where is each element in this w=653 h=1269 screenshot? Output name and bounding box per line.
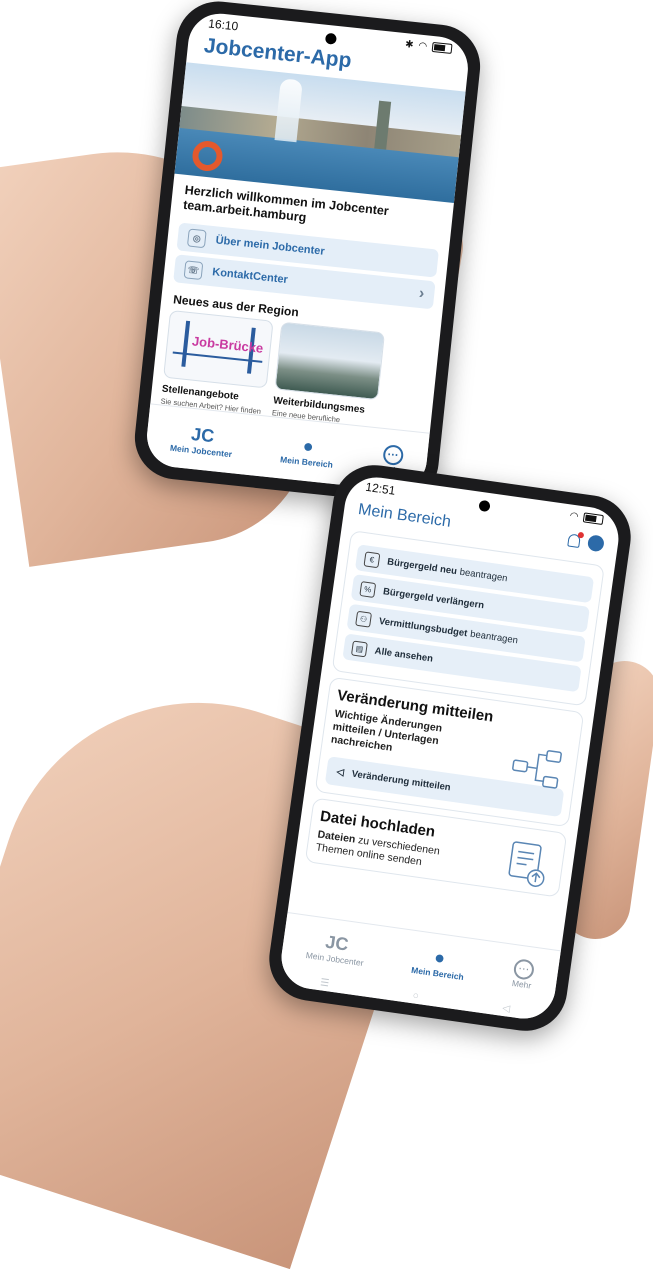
fair-photo (274, 321, 386, 401)
link-kontakt-label: KontaktCenter (211, 266, 289, 287)
phone-icon: ☏ (183, 260, 204, 281)
upload-illustration (508, 841, 545, 887)
status-icons: ✱ ◠ (405, 39, 453, 55)
status-time: 12:51 (364, 479, 397, 498)
more-icon: ⋯ (381, 444, 404, 467)
change-illustration (512, 750, 562, 789)
battery-icon (431, 41, 453, 54)
lifebuoy-icon (190, 139, 224, 173)
action-rest: beantragen (469, 628, 519, 646)
jc-logo-icon: JC (324, 931, 350, 955)
people-icon: ⚇ (355, 610, 373, 628)
person-icon: ● (432, 946, 447, 969)
home-icon[interactable]: ○ (412, 990, 420, 1002)
tab-mein-bereich[interactable]: ● Mein Bereich (411, 943, 468, 982)
tab-mein-bereich[interactable]: ● Mein Bereich (279, 432, 336, 470)
bridge-tower-left (181, 320, 191, 367)
link-about-label: Über mein Jobcenter (215, 234, 326, 258)
status-icons: ◠ (569, 510, 604, 526)
file-icon: ▤ (351, 639, 368, 657)
battery-icon (582, 512, 604, 526)
wifi-icon: ◠ (569, 509, 580, 523)
megaphone-icon: ◁ (335, 766, 345, 778)
euro-icon: € (363, 550, 381, 568)
actions-box: € Bürgergeld neu beantragen % Bürgergeld… (331, 530, 605, 707)
action-bold: Bürgergeld neu (386, 556, 458, 577)
document-icon: % (359, 580, 377, 598)
wifi-icon: ◠ (417, 39, 428, 52)
bluetooth-icon: ✱ (404, 38, 415, 51)
change-button-label: Veränderung mitteilen (351, 768, 452, 793)
menu-icon[interactable]: ☰ (320, 977, 330, 989)
person-icon: ● (301, 435, 315, 457)
action-bold: Bürgergeld verlängern (382, 585, 485, 611)
action-rest: beantragen (459, 566, 509, 584)
more-icon: ⋯ (512, 958, 536, 981)
tab-label: Mein Jobcenter (169, 442, 233, 460)
header-icons (567, 531, 605, 553)
status-time: 16:10 (207, 16, 239, 34)
job-bruecke-logo: Job-Brücke (163, 309, 274, 389)
phone-jobcenter: 16:10 ✱ ◠ Jobcenter-App Herzlich willkom… (130, 0, 485, 507)
phone-jobcenter-screen: 16:10 ✱ ◠ Jobcenter-App Herzlich willkom… (143, 10, 472, 494)
notification-icon[interactable] (567, 532, 581, 548)
jc-logo-icon: JC (190, 423, 216, 447)
tab-label: Mein Bereich (279, 454, 334, 470)
tab-mein-jobcenter[interactable]: JC Mein Jobcenter (305, 928, 367, 968)
tab-mehr[interactable]: ⋯ Mehr (511, 958, 536, 991)
back-icon[interactable]: ◁ (502, 1002, 511, 1014)
phone-mein-bereich: 12:51 ◠ Mein Bereich € Bürgergeld neu be… (263, 459, 637, 1037)
chevron-right-icon: › (418, 284, 426, 303)
tab-label: Mehr (511, 977, 532, 991)
action-bold: Alle ansehen (374, 645, 434, 665)
brain-icon: ◎ (186, 228, 207, 249)
action-bold: Vermittlungsbudget (378, 615, 469, 639)
phone-mein-bereich-screen: 12:51 ◠ Mein Bereich € Bürgergeld neu be… (277, 473, 623, 1023)
account-icon[interactable] (586, 534, 605, 553)
tab-mein-jobcenter[interactable]: JC Mein Jobcenter (170, 421, 235, 459)
